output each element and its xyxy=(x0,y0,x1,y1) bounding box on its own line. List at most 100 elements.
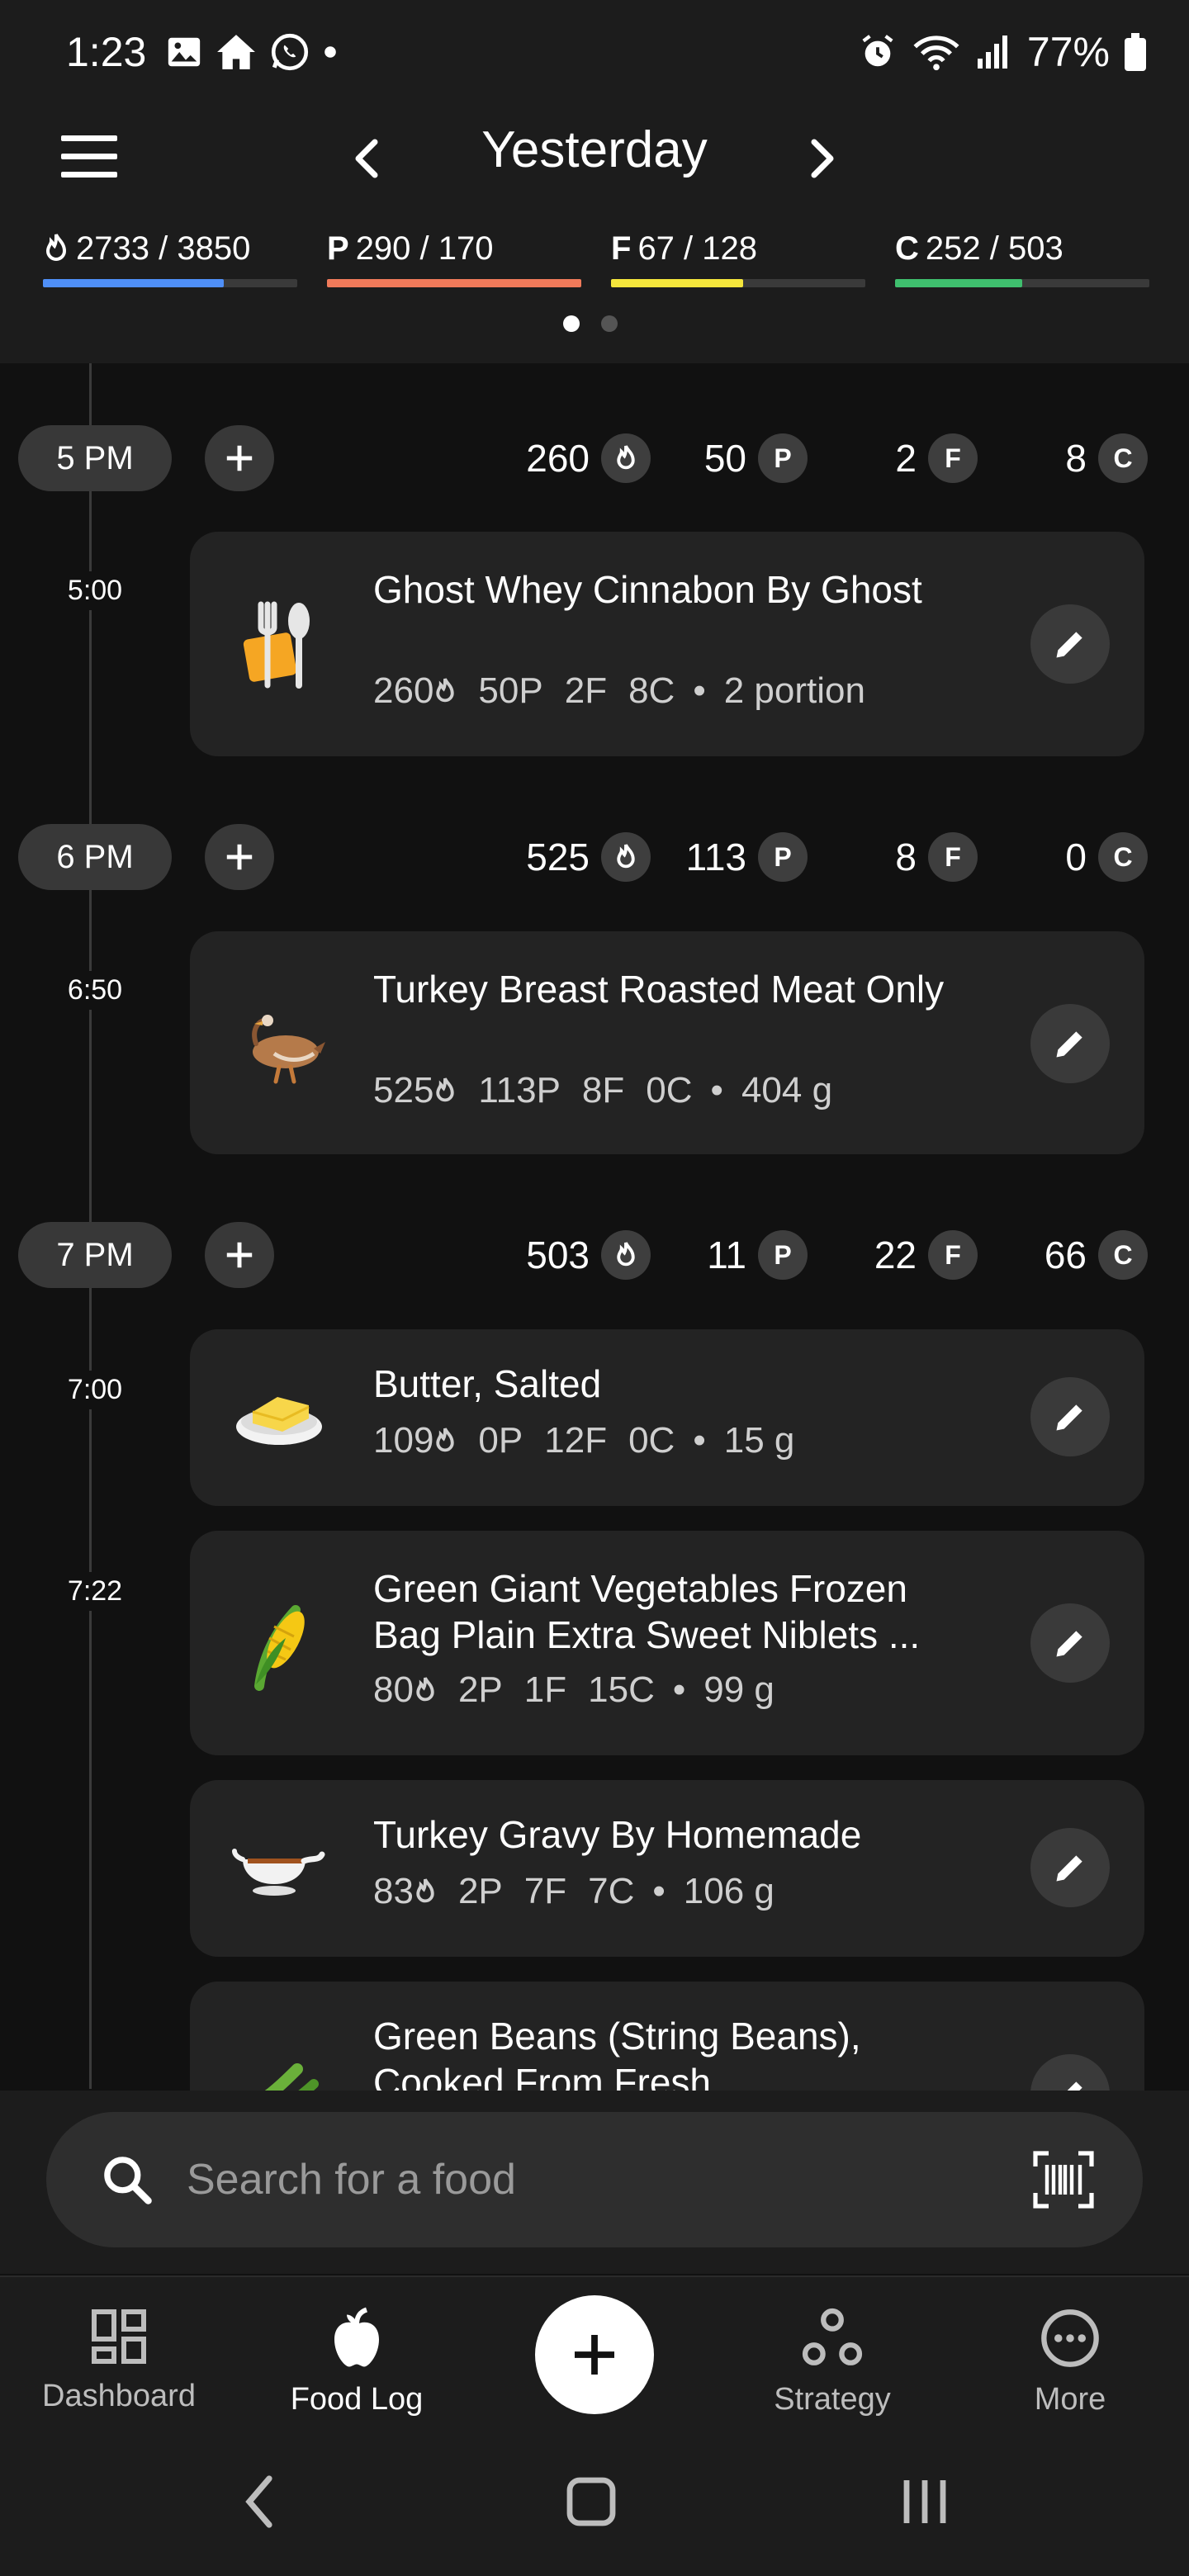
add-to-hour-button[interactable] xyxy=(205,824,274,890)
edit-entry-button[interactable] xyxy=(1030,604,1110,684)
page-indicator[interactable] xyxy=(563,315,618,332)
nav-strategy[interactable]: Strategy xyxy=(725,2307,940,2417)
food-search-bar[interactable] xyxy=(46,2112,1143,2247)
system-back-icon[interactable] xyxy=(239,2469,281,2535)
hour-fat-value: 2 xyxy=(895,437,917,480)
protein-chip: P xyxy=(758,1230,808,1280)
add-entry-fab[interactable] xyxy=(535,2295,654,2414)
calories-chip xyxy=(601,832,651,882)
hour-protein-value: 11 xyxy=(707,1234,746,1276)
food-entry-card[interactable]: Butter, Salted 109 0P 12F 0C • 15 g xyxy=(190,1329,1144,1506)
system-recents-icon[interactable] xyxy=(900,2474,950,2530)
entry-time: 7:22 xyxy=(50,1572,140,1611)
carbs-total: 252 / 503 xyxy=(925,230,1063,267)
add-to-hour-button[interactable] xyxy=(205,1222,274,1288)
edit-entry-button[interactable] xyxy=(1030,1004,1110,1083)
entry-calories: 83 xyxy=(373,1871,414,1911)
fat-letter: F xyxy=(611,230,632,267)
calories-total: 2733 / 3850 xyxy=(76,230,251,267)
fork-knife-icon xyxy=(243,601,310,689)
chevron-right-icon xyxy=(811,139,834,178)
food-name: Turkey Breast Roasted Meat Only xyxy=(373,968,945,1011)
corn-icon xyxy=(254,1605,305,1691)
nav-dashboard[interactable]: Dashboard xyxy=(12,2307,226,2414)
status-bar: 1:23 77% xyxy=(0,0,1189,107)
entry-portion: 99 g xyxy=(703,1669,775,1710)
entry-protein: 2P xyxy=(457,1669,503,1710)
flame-icon xyxy=(45,234,67,261)
nav-label: Strategy xyxy=(774,2382,891,2417)
next-day-button[interactable] xyxy=(793,125,850,192)
carbs-summary: C 252 / 503 xyxy=(895,228,1149,287)
fat-chip: F xyxy=(928,433,978,483)
food-entry-card[interactable]: Turkey Breast Roasted Meat Only 525 113P… xyxy=(190,931,1144,1154)
more-icon xyxy=(1041,2309,1099,2367)
chevron-left-icon xyxy=(355,139,378,178)
protein-summary: P 290 / 170 xyxy=(327,228,581,287)
hour-carbs: 66 C xyxy=(1045,1227,1148,1283)
entry-fat: 2F xyxy=(564,670,608,711)
entry-carbs: 0C xyxy=(646,1070,693,1110)
status-right: 77% xyxy=(859,28,1146,76)
nav-food-log[interactable]: Food Log xyxy=(249,2307,464,2417)
edit-entry-button[interactable] xyxy=(1030,1828,1110,1907)
entry-fat: 1F xyxy=(523,1669,567,1710)
edit-entry-button[interactable] xyxy=(1030,1377,1110,1456)
meta-separator: • xyxy=(710,1070,723,1110)
entry-portion: 15 g xyxy=(723,1420,795,1461)
hour-carbs-value: 0 xyxy=(1065,836,1087,878)
fat-total: 67 / 128 xyxy=(637,230,758,267)
flame-icon xyxy=(617,445,635,470)
food-entry-card[interactable]: Ghost Whey Cinnabon By Ghost 260 50P 2F … xyxy=(190,532,1144,756)
system-home-icon[interactable] xyxy=(565,2475,618,2528)
entry-carbs: 8C xyxy=(628,670,675,711)
pencil-icon xyxy=(1056,1031,1082,1058)
entry-protein: 113P xyxy=(478,1070,561,1110)
previous-day-button[interactable] xyxy=(339,125,396,192)
pencil-icon xyxy=(1056,632,1082,658)
nav-label: Dashboard xyxy=(42,2379,196,2413)
page-dot-2[interactable] xyxy=(601,315,618,332)
flame-icon xyxy=(436,1428,455,1452)
hour-label: 6 PM xyxy=(18,824,172,890)
calories-progress-bar xyxy=(43,279,297,287)
entry-time: 7:00 xyxy=(50,1371,140,1409)
flame-icon xyxy=(617,844,635,869)
nav-label: More xyxy=(1034,2382,1106,2417)
edit-entry-button[interactable] xyxy=(1030,1603,1110,1683)
entry-fat: 7F xyxy=(523,1871,567,1911)
barcode-scan-icon[interactable] xyxy=(1032,2150,1095,2209)
meta-separator: • xyxy=(693,1420,706,1461)
flame-icon xyxy=(617,1242,635,1267)
food-entry-card[interactable]: Green Giant Vegetables Frozen Bag Plain … xyxy=(190,1531,1144,1755)
food-search-input[interactable] xyxy=(187,2147,930,2213)
search-icon xyxy=(104,2157,152,2204)
status-time: 1:23 xyxy=(66,29,147,75)
menu-button[interactable] xyxy=(58,129,124,187)
hour-calories-value: 260 xyxy=(526,437,590,480)
nav-more[interactable]: More xyxy=(963,2307,1177,2417)
protein-chip: P xyxy=(758,832,808,882)
add-to-hour-button[interactable] xyxy=(205,425,274,491)
pencil-icon xyxy=(1056,1404,1082,1431)
entry-portion: 106 g xyxy=(683,1871,775,1911)
entry-portion: 404 g xyxy=(741,1070,833,1110)
hour-carbs-value: 8 xyxy=(1065,437,1087,480)
fat-chip: F xyxy=(928,832,978,882)
fat-progress-fill xyxy=(611,279,744,287)
fat-progress-bar xyxy=(611,279,865,287)
hour-group-7pm: 7 PM 503 11 P 22 F 66 C xyxy=(0,1222,1189,1296)
protein-progress-fill xyxy=(327,279,581,287)
hour-protein: 50 P xyxy=(704,430,808,486)
page-dot-1[interactable] xyxy=(563,315,580,332)
menu-icon-bar xyxy=(61,154,117,159)
meta-separator: • xyxy=(652,1871,666,1911)
food-entry-card[interactable]: Turkey Gravy By Homemade 83 2P 7F 7C • 1… xyxy=(190,1780,1144,1957)
hour-carbs: 0C xyxy=(1065,829,1148,885)
macro-summary[interactable]: 2733 / 3850 P 290 / 170 F 67 / 128 C 252… xyxy=(43,228,1149,287)
dashboard-icon xyxy=(92,2309,146,2364)
plus-icon xyxy=(226,1242,253,1268)
date-title[interactable]: Yesterday xyxy=(396,121,793,179)
meta-separator: • xyxy=(693,670,706,711)
plus-icon xyxy=(226,445,253,471)
